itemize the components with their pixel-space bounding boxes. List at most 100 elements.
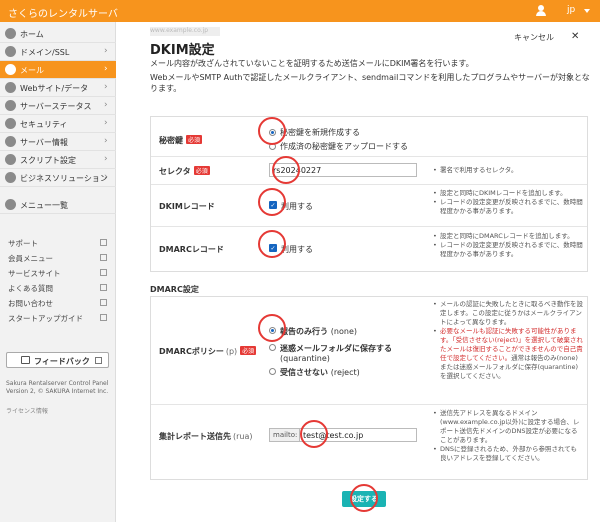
sidebar-item-server-status[interactable]: サーバーステータス › [0, 97, 116, 115]
external-link-icon [100, 314, 107, 321]
dmarc-record-label: DMARCレコード [159, 245, 224, 254]
sidebar-item-domain[interactable]: ドメイン/SSL › [0, 43, 116, 61]
chevron-down-icon[interactable] [584, 9, 590, 13]
dmarc-policy-hint: メールの認証に失敗したときに取るべき動作を設定します。この設定に従うかはメールク… [433, 300, 583, 381]
dmarc-record-hint: 設定と同時にDMARCレコードを追加します。レコードの設定変更が反映されるまでに… [433, 232, 583, 259]
secret-key-row: 秘密鍵 必須 秘密鍵を新規作成する 作成済の秘密鍵をアップロードする [151, 117, 587, 157]
top-bar: さくらのレンタルサーバ jp [0, 0, 600, 22]
dkim-record-row: DKIMレコード ✓ 利用する 設定と同時にDKIMレコードを追加します。レコー… [151, 185, 587, 227]
sidebar-item-menu-list[interactable]: メニュー一覧 [0, 196, 116, 214]
sidebar-link-faq[interactable]: よくある質問 [8, 283, 108, 295]
server-icon [5, 136, 16, 147]
external-link-icon [100, 284, 107, 291]
secret-key-upload-label[interactable]: 作成済の秘密鍵をアップロードする [280, 141, 408, 152]
secret-key-new-label[interactable]: 秘密鍵を新規作成する [280, 127, 360, 138]
sidebar-item-website[interactable]: Webサイト/データ › [0, 79, 116, 97]
dmarc-policy-row: DMARCポリシー (p) 必須 報告のみ行う (none) 迷惑メールフォルダに保… [151, 297, 587, 405]
sidebar-item-label: セキュリティ [20, 120, 68, 129]
required-badge: 必須 [240, 346, 257, 355]
sidebar-item-label: サーバーステータス [20, 102, 92, 111]
required-badge: 必須 [186, 135, 203, 144]
globe-icon [5, 46, 16, 57]
breadcrumb: www.example.co.jp [150, 27, 220, 36]
policy-quarantine-radio[interactable] [269, 344, 276, 351]
sidebar-link-contact[interactable]: お問い合わせ [8, 298, 108, 310]
chevron-right-icon: › [104, 100, 108, 110]
policy-reject-radio[interactable] [269, 368, 276, 375]
policy-quarantine-sub: (quarantine) [280, 354, 330, 363]
chevron-right-icon: › [104, 154, 108, 164]
selector-hint: 署名で利用するセレクタ。 [433, 166, 583, 175]
external-link-icon [100, 269, 107, 276]
sidebar-link-member[interactable]: 会員メニュー [8, 253, 108, 265]
dkim-record-label: DKIMレコード [159, 202, 215, 211]
external-link-icon [95, 357, 102, 364]
chevron-right-icon: › [104, 82, 108, 92]
sidebar-item-script[interactable]: スクリプト設定 › [0, 151, 116, 169]
menu-icon [5, 199, 16, 210]
external-link-icon [100, 299, 107, 306]
required-badge: 必須 [193, 166, 210, 175]
annotation-circle [258, 117, 286, 145]
chevron-right-icon: › [104, 118, 108, 128]
dkim-form: 秘密鍵 必須 秘密鍵を新規作成する 作成済の秘密鍵をアップロードする セレクタ 必須… [150, 116, 588, 272]
sidebar-item-label: メニュー一覧 [20, 201, 68, 210]
dkim-record-hint: 設定と同時にDKIMレコードを追加します。レコードの設定変更が反映されるまでに、… [433, 189, 583, 216]
language-selector[interactable]: jp [567, 5, 575, 15]
feedback-icon [21, 356, 30, 364]
sidebar-link-startup-guide[interactable]: スタートアップガイド [8, 313, 108, 325]
description-line-2: WebメールやSMTP Authで認証したメールクライアント、sendmailコ… [150, 73, 590, 93]
sidebar-item-security[interactable]: セキュリティ › [0, 115, 116, 133]
page-title: DKIM設定 [150, 43, 215, 58]
chevron-right-icon: › [104, 136, 108, 146]
brand-logo[interactable]: さくらのレンタルサーバ [8, 5, 118, 20]
annotation-circle [300, 420, 328, 448]
shield-icon [5, 118, 16, 129]
sidebar-link-service-site[interactable]: サービスサイト [8, 268, 108, 280]
sidebar-item-label: ビジネスソリューション [20, 174, 108, 183]
sidebar-item-label: メール [20, 66, 44, 75]
chevron-right-icon: › [104, 172, 108, 182]
sidebar-item-mail[interactable]: メール › [0, 61, 116, 79]
sidebar-item-label: ホーム [20, 30, 44, 39]
sidebar-item-label: ドメイン/SSL [20, 48, 70, 57]
user-icon[interactable] [536, 5, 546, 16]
chevron-right-icon: › [104, 64, 108, 74]
selector-row: セレクタ必須 署名で利用するセレクタ。 [151, 157, 587, 185]
license-link[interactable]: ライセンス情報 [6, 406, 48, 415]
status-icon [5, 100, 16, 111]
annotation-circle [258, 188, 286, 216]
sidebar-item-label: サーバー情報 [20, 138, 68, 147]
report-dest-label: 集計レポート送信先 (rua) [159, 432, 253, 441]
sidebar-item-business[interactable]: ビジネスソリューション › [0, 169, 116, 187]
sidebar-item-server-info[interactable]: サーバー情報 › [0, 133, 116, 151]
feedback-button[interactable]: フィードバック [6, 352, 109, 368]
annotation-circle [272, 156, 300, 184]
annotation-circle [350, 484, 378, 512]
policy-none-label[interactable]: 報告のみ行う (none) [280, 326, 357, 337]
policy-reject-label[interactable]: 受信させない (reject) [280, 367, 360, 378]
cancel-link[interactable]: キャンセル [514, 32, 554, 43]
sidebar-item-label: Webサイト/データ [20, 84, 89, 93]
dmarc-record-row: DMARCレコード ✓ 利用する 設定と同時にDMARCレコードを追加します。レ… [151, 227, 587, 271]
external-link-icon [100, 239, 107, 246]
mail-icon [5, 64, 16, 75]
report-dest-hint: 送信先アドレスを異なるドメイン(www.example.co.jp以外)に設定す… [433, 409, 583, 463]
home-icon [5, 28, 16, 39]
script-icon [5, 154, 16, 165]
sidebar: ホーム ドメイン/SSL › メール › Webサイト/データ › サーバーステータス… [0, 22, 116, 522]
annotation-circle [258, 230, 286, 258]
dmarc-section-title: DMARC設定 [150, 285, 199, 294]
dmarc-form: DMARCポリシー (p) 必須 報告のみ行う (none) 迷惑メールフォルダに保… [150, 296, 588, 480]
report-dest-row: 集計レポート送信先(rua) mailto: 送信先アドレスを異なるドメイン(w… [151, 405, 587, 481]
sidebar-item-home[interactable]: ホーム [0, 25, 116, 43]
close-icon[interactable]: ✕ [571, 31, 579, 42]
policy-quarantine-label[interactable]: 迷惑メールフォルダに保存する [280, 343, 392, 354]
external-link-icon [100, 254, 107, 261]
mailto-prefix: mailto: [269, 428, 299, 442]
secret-key-label: 秘密鍵 必須 [159, 135, 203, 145]
selector-label: セレクタ 必須 [159, 166, 210, 176]
chevron-right-icon: › [104, 46, 108, 56]
sidebar-link-support[interactable]: サポート [8, 238, 108, 250]
description-line-1: メール内容が改ざんされていないことを証明するため送信メールにDKIM署名を行いま… [150, 59, 474, 68]
